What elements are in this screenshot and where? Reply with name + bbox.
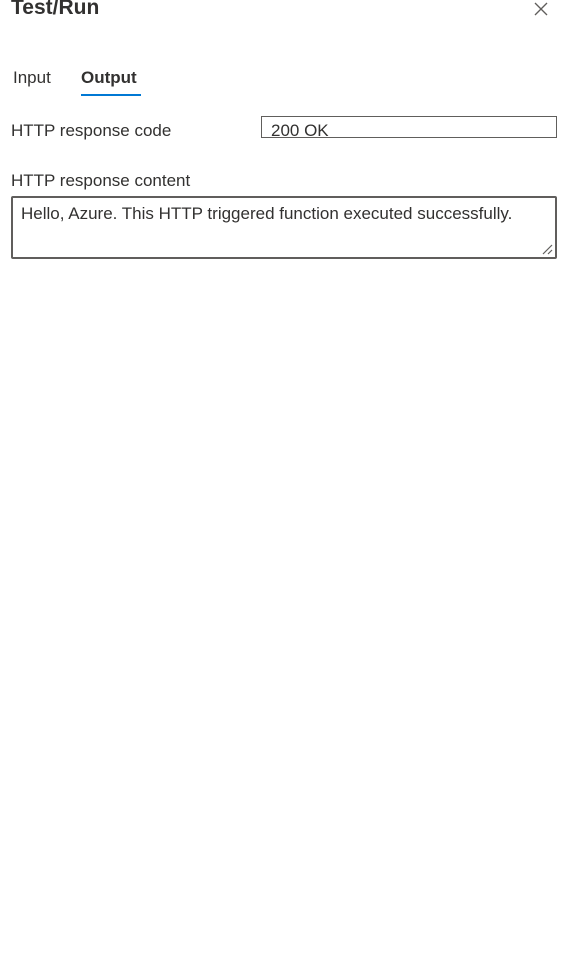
tab-input[interactable]: Input bbox=[13, 66, 51, 90]
response-code-label: HTTP response code bbox=[11, 121, 172, 140]
response-code-field[interactable]: 200 OK bbox=[261, 116, 557, 138]
response-code-value: 200 OK bbox=[271, 121, 329, 138]
test-run-panel: Test/Run Input Output HTTP response code… bbox=[0, 0, 572, 958]
panel-title: Test/Run bbox=[11, 0, 100, 19]
response-content-value: Hello, Azure. This HTTP triggered functi… bbox=[21, 204, 513, 223]
response-content-label: HTTP response content bbox=[11, 171, 191, 190]
close-button[interactable] bbox=[528, 0, 554, 22]
selected-tab-indicator bbox=[81, 94, 141, 96]
response-content-textarea[interactable]: Hello, Azure. This HTTP triggered functi… bbox=[11, 196, 557, 259]
resize-handle-icon[interactable] bbox=[541, 243, 553, 255]
tab-output[interactable]: Output bbox=[81, 66, 137, 90]
close-icon bbox=[528, 0, 554, 22]
